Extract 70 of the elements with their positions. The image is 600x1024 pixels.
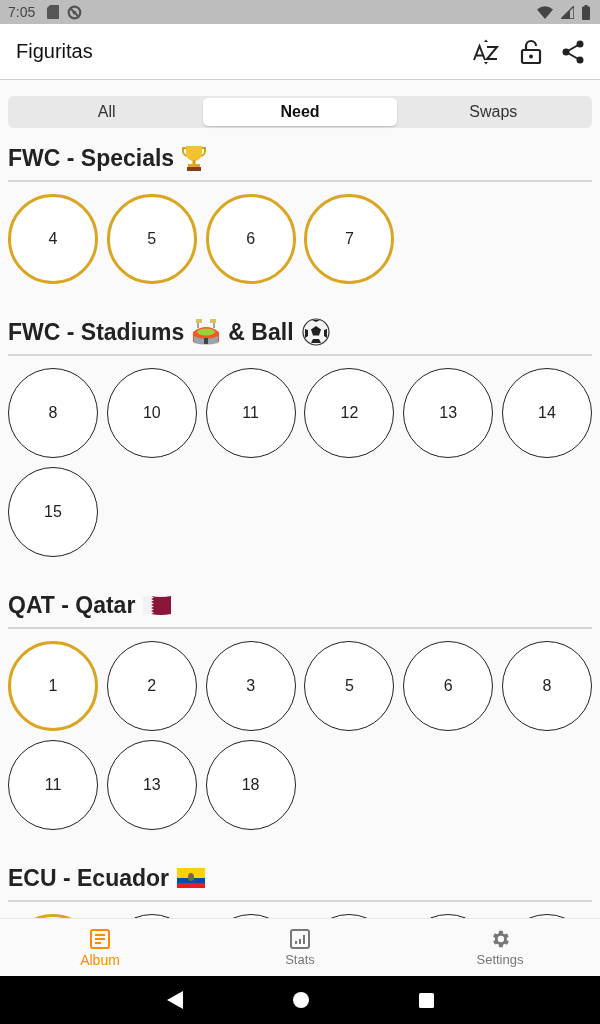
flag-icon (143, 595, 172, 615)
sticker-circle[interactable]: 18 (205, 740, 296, 830)
filter-tab[interactable]: Need (203, 98, 397, 126)
sticker-circle[interactable]: 10 (106, 368, 197, 458)
sticker-circle[interactable]: 12 (304, 368, 395, 458)
home-icon[interactable] (292, 992, 309, 1008)
sticker-circle[interactable]: 14 (502, 368, 592, 458)
section-title: & Ball (228, 318, 294, 346)
section-title: ECU - Ecuador (8, 864, 170, 892)
sticker-circle[interactable]: 13 (403, 368, 494, 458)
sticker-circle[interactable]: 4 (8, 194, 98, 284)
sticker-circle[interactable]: 6 (403, 641, 494, 731)
nav-tab[interactable]: Stats (200, 919, 400, 976)
sticker-number: 13 (439, 404, 458, 422)
sticker-number: 6 (443, 677, 453, 695)
sticker-circle[interactable]: 7 (304, 194, 395, 284)
sticker-circle[interactable]: 11 (205, 368, 296, 458)
blocked-icon (67, 4, 83, 20)
sticker-number: 15 (44, 503, 62, 521)
sticker-number: 1 (48, 677, 58, 695)
sticker-circle[interactable]: 11 (8, 740, 98, 830)
status-time: 7:05 (8, 4, 36, 20)
sticker-circle[interactable]: 6 (205, 194, 296, 284)
sticker-circle[interactable]: 15 (8, 467, 98, 557)
sd-card-icon (47, 5, 60, 19)
sticker-number: 5 (344, 677, 354, 695)
back-icon[interactable] (166, 991, 183, 1009)
list-document-icon (89, 927, 111, 950)
nav-tab[interactable]: Settings (400, 919, 600, 976)
sticker-number: 11 (44, 776, 62, 794)
sticker-number: 7 (344, 230, 354, 248)
stadium-icon (192, 318, 221, 346)
sticker-number: 5 (147, 230, 157, 248)
sticker-number: 8 (542, 677, 552, 695)
app-title: Figuritas (16, 40, 93, 63)
sticker-number: 10 (142, 404, 161, 422)
flag-icon (177, 868, 206, 888)
battery-icon (582, 4, 590, 20)
sticker-circle[interactable]: 5 (106, 194, 197, 284)
sticker-number: 11 (242, 404, 259, 422)
sticker-circle[interactable]: 8 (502, 641, 592, 731)
section-title: QAT - Qatar (8, 591, 136, 619)
sticker-number: 4 (48, 230, 58, 248)
sticker-circle[interactable]: 1 (8, 641, 98, 731)
bar-chart-icon (289, 928, 311, 950)
sticker-number: 3 (246, 677, 256, 695)
soccer-ball-icon (301, 318, 330, 346)
wifi-icon (537, 5, 553, 19)
trophy-icon (182, 145, 207, 171)
sticker-number: 6 (246, 230, 256, 248)
sticker-circle[interactable]: 3 (205, 641, 296, 731)
recents-icon[interactable] (418, 992, 434, 1008)
signal-icon (561, 5, 574, 19)
section-title: FWC - Stadiums (8, 318, 185, 346)
sticker-number: 8 (48, 404, 58, 422)
sticker-number: 14 (538, 404, 556, 422)
filter-tab[interactable]: All (10, 98, 204, 126)
sticker-circle[interactable]: 2 (106, 641, 197, 731)
sticker-circle[interactable]: 13 (106, 740, 197, 830)
sticker-number: 13 (142, 776, 161, 794)
section-title: FWC - Specials (8, 144, 175, 172)
unlocked-padlock-icon[interactable] (520, 38, 542, 65)
share-icon[interactable] (562, 39, 584, 64)
filter-tab[interactable]: Swaps (396, 98, 590, 126)
sort-alphabetical-icon[interactable] (472, 37, 500, 66)
sticker-circle[interactable]: 5 (304, 641, 395, 731)
sticker-circle[interactable]: 8 (8, 368, 98, 458)
sticker-number: 18 (241, 776, 260, 794)
sticker-number: 2 (147, 677, 157, 695)
sticker-number: 12 (340, 404, 359, 422)
